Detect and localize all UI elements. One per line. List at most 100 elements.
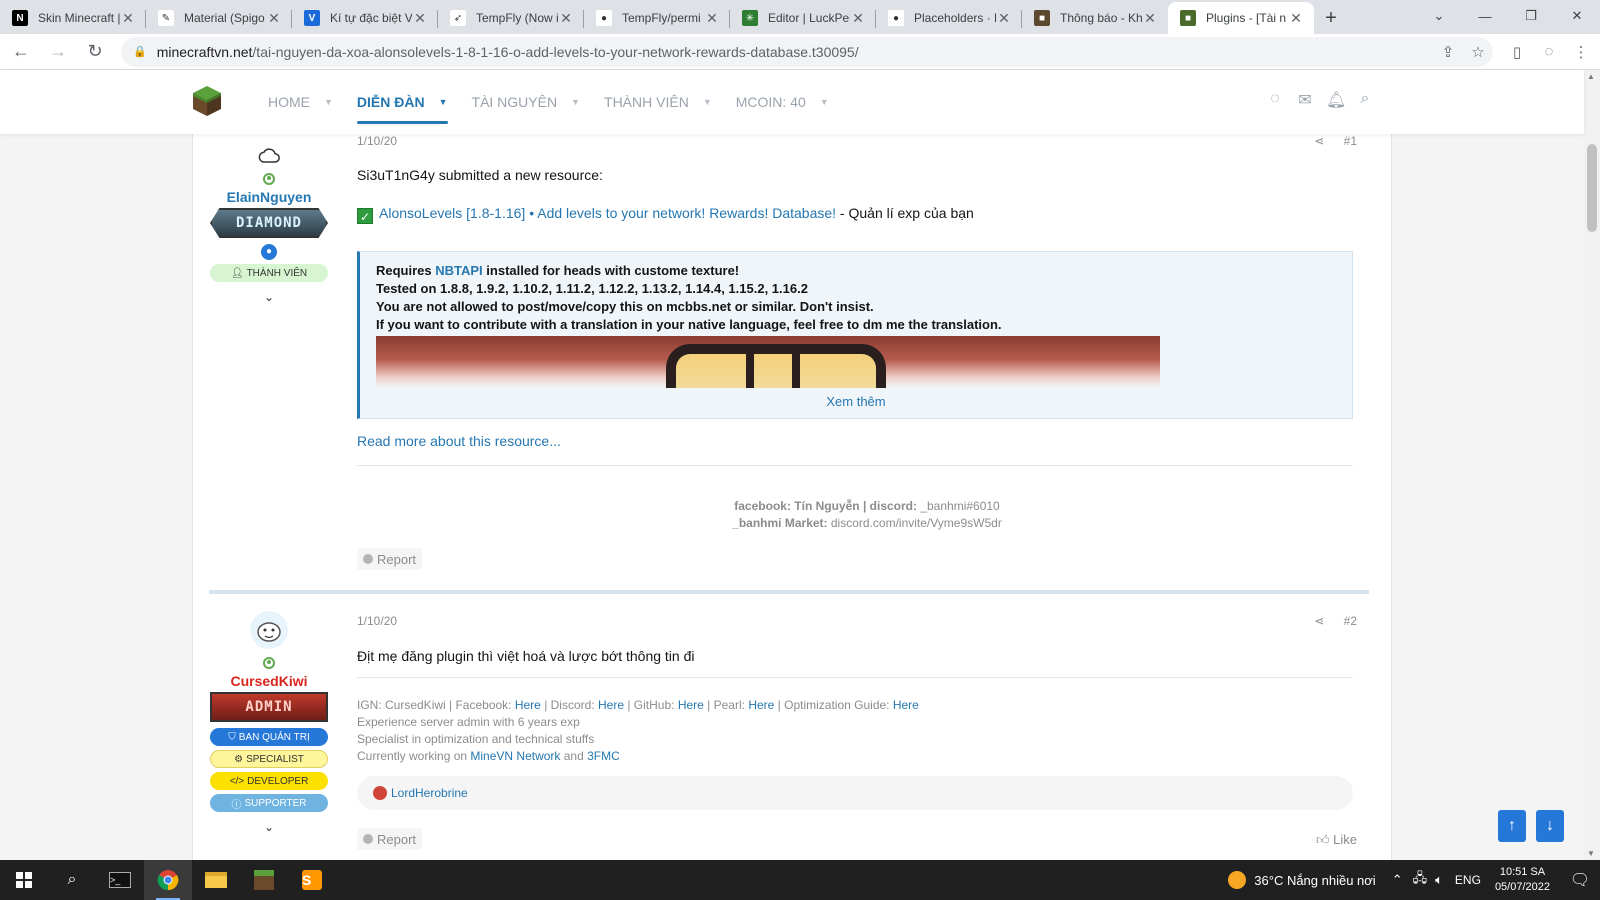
caret-down-icon[interactable]: ▼	[820, 97, 829, 107]
nav-item[interactable]: DIỄN ĐÀN ▼	[345, 70, 460, 134]
close-tab-icon[interactable]: ✕	[120, 10, 136, 27]
read-more-link[interactable]: Read more about this resource...	[357, 433, 561, 449]
close-tab-icon[interactable]: ✕	[412, 10, 428, 27]
browser-tab[interactable]: ✎ Material (Spigo ✕	[146, 2, 292, 34]
page-scrollbar[interactable]: ▲ ▼	[1584, 70, 1600, 860]
tab-title: Placeholders · P	[914, 11, 996, 25]
new-tab-button[interactable]: +	[1314, 2, 1348, 34]
forward-button[interactable]: →	[42, 36, 74, 68]
browser-tab[interactable]: ● Placeholders · P ✕	[876, 2, 1022, 34]
discord-here-link[interactable]: Here	[598, 698, 624, 712]
terminal-app-icon[interactable]: >_	[96, 860, 144, 900]
close-tab-icon[interactable]: ✕	[850, 10, 866, 27]
post-date[interactable]: 1/10/20	[357, 614, 397, 628]
start-button[interactable]	[0, 860, 48, 900]
notification-icon[interactable]: 🗨︎	[1560, 870, 1600, 890]
grass-block-logo[interactable]	[192, 85, 222, 117]
scroll-bottom-button[interactable]: ↓	[1536, 810, 1564, 842]
reaction-user-link[interactable]: LordHerobrine	[391, 786, 468, 800]
minecraft-app-icon[interactable]	[240, 860, 288, 900]
scroll-up-arrow-icon[interactable]: ▲	[1587, 72, 1595, 81]
side-panel-icon[interactable]: ▯	[1501, 43, 1533, 61]
menu-icon[interactable]: ⋮	[1565, 43, 1597, 61]
scroll-down-arrow-icon[interactable]: ▼	[1587, 849, 1595, 858]
chrome-app-icon[interactable]	[144, 860, 192, 900]
guide-here-link[interactable]: Here	[893, 698, 919, 712]
search-taskbar-icon[interactable]: ⌕	[48, 860, 96, 900]
close-tab-icon[interactable]: ✕	[558, 10, 574, 27]
scroll-top-button[interactable]: ↑	[1498, 810, 1526, 842]
share-icon[interactable]: ⋖	[1314, 614, 1324, 628]
3fmc-link[interactable]: 3FMC	[587, 749, 620, 763]
chevron-down-icon[interactable]: ⌄	[209, 820, 329, 834]
expand-link[interactable]: Xem thêm	[376, 394, 1336, 409]
nav-item[interactable]: TÀI NGUYÊN ▼	[460, 70, 593, 134]
search-icon[interactable]: ⌕	[1356, 90, 1374, 112]
post-number-link[interactable]: #2	[1344, 614, 1357, 628]
share-icon[interactable]: ⇪	[1433, 43, 1463, 61]
mail-icon[interactable]: ✉	[1296, 90, 1314, 112]
nav-item[interactable]: MCOIN: 40 ▼	[724, 70, 841, 134]
close-tab-icon[interactable]: ✕	[996, 10, 1012, 27]
nav-item[interactable]: THÀNH VIÊN ▼	[592, 70, 724, 134]
tray-chevron-up-icon[interactable]: ⌃	[1392, 872, 1403, 888]
language-indicator[interactable]: ENG	[1455, 873, 1481, 887]
caret-down-icon[interactable]: ▼	[571, 97, 580, 107]
like-button[interactable]: 👍︎ Like	[1316, 832, 1357, 848]
close-window-button[interactable]: ✕	[1554, 0, 1600, 32]
facebook-here-link[interactable]: Here	[515, 698, 541, 712]
nbtapi-link[interactable]: NBTAPI	[435, 263, 482, 278]
weather-text[interactable]: 36°C Nắng nhiều nơi	[1254, 873, 1375, 888]
grass-block-icon	[254, 870, 274, 890]
close-tab-icon[interactable]: ✕	[1288, 10, 1304, 27]
username[interactable]: CursedKiwi	[209, 673, 329, 689]
browser-tab[interactable]: ■ Thông báo - Kh ✕	[1022, 2, 1168, 34]
reload-button[interactable]: ↻	[79, 36, 111, 68]
market-link[interactable]: discord.com/invite/Vyme9sW5dr	[831, 516, 1002, 530]
sublime-text-icon[interactable]: S	[288, 860, 336, 900]
volume-icon[interactable]: 🔈︎	[1435, 872, 1443, 888]
github-here-link[interactable]: Here	[678, 698, 704, 712]
browser-tab[interactable]: ■ Plugins - [Tài n ✕	[1168, 2, 1314, 34]
post-date[interactable]: 1/10/20	[357, 134, 397, 148]
browser-tab[interactable]: ● TempFly/permi ✕	[584, 2, 730, 34]
browser-tab[interactable]: ➶ TempFly (Now i ✕	[438, 2, 584, 34]
caret-down-icon[interactable]: ▼	[324, 97, 333, 107]
report-button[interactable]: Report	[357, 828, 423, 850]
close-tab-icon[interactable]: ✕	[266, 10, 282, 27]
post-number-link[interactable]: #1	[1344, 134, 1357, 148]
cloud-avatar-icon[interactable]	[257, 146, 281, 166]
browser-tab[interactable]: ✳ Editor | LuckPer ✕	[730, 2, 876, 34]
report-button[interactable]: Report	[357, 548, 423, 570]
weather-icon[interactable]	[1228, 871, 1247, 889]
clock[interactable]: 10:51 SA 05/07/2022	[1495, 865, 1550, 895]
bookmark-star-icon[interactable]: ☆	[1463, 43, 1493, 61]
facebook-link[interactable]: Tín Nguyễn	[794, 499, 859, 513]
username[interactable]: ElainNguyen	[209, 189, 329, 205]
browser-tab[interactable]: V Kí tự đặc biệt V ✕	[292, 2, 438, 34]
network-icon[interactable]: 🖧︎	[1413, 869, 1428, 891]
browser-tab[interactable]: N Skin Minecraft | ✕	[0, 2, 146, 34]
kiwi-avatar-icon[interactable]	[245, 610, 293, 650]
close-tab-icon[interactable]: ✕	[1142, 10, 1158, 27]
lock-icon[interactable]: 🔒	[133, 45, 147, 58]
share-icon[interactable]: ⋖	[1314, 134, 1324, 148]
chevron-down-icon[interactable]: ⌄	[209, 290, 329, 304]
scrollbar-thumb[interactable]	[1587, 144, 1597, 232]
minevn-link[interactable]: MineVN Network	[470, 749, 560, 763]
caret-down-icon[interactable]: ▼	[439, 97, 448, 107]
back-button[interactable]: ←	[5, 36, 37, 68]
nav-item[interactable]: HOME ▼	[256, 70, 345, 134]
file-explorer-icon[interactable]	[192, 860, 240, 900]
pearl-here-link[interactable]: Here	[748, 698, 774, 712]
extension-icon[interactable]: ◌	[1533, 43, 1565, 61]
bell-icon[interactable]: 🔔︎	[1326, 90, 1346, 112]
user-avatar-icon[interactable]: ◌	[1266, 90, 1284, 112]
minimize-button[interactable]: —	[1462, 0, 1508, 32]
restore-button[interactable]: ❐	[1508, 0, 1554, 32]
address-bar[interactable]: 🔒 minecraftvn.net /tai-nguyen-da-xoa-alo…	[121, 36, 1493, 67]
close-tab-icon[interactable]: ✕	[704, 10, 720, 27]
caret-down-icon[interactable]: ▼	[703, 97, 712, 107]
resource-link[interactable]: AlonsoLevels [1.8-1.16] • Add levels to …	[379, 205, 836, 221]
tab-search-icon[interactable]: ⌄	[1416, 0, 1462, 32]
